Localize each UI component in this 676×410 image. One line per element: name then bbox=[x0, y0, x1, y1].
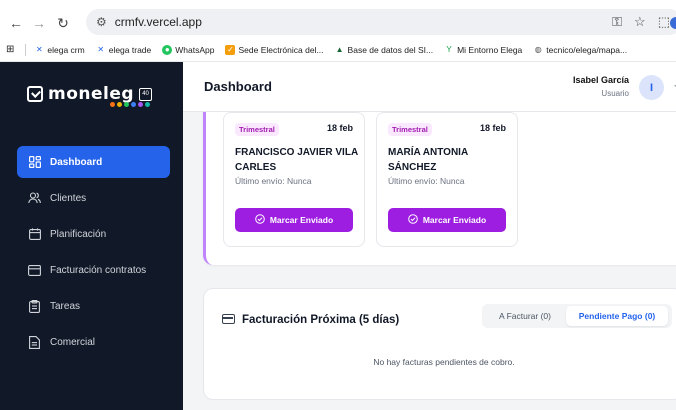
upcoming-billing-panel: Facturación Próxima (5 días) A Facturar … bbox=[203, 288, 676, 400]
sidebar-item-label: Planificación bbox=[50, 228, 107, 240]
main-content: Trimestral 18 feb FRANCISCO JAVIER VILA … bbox=[183, 112, 676, 410]
reminder-card: Trimestral 18 feb MARÍA ANTONIA SÁNCHEZ … bbox=[376, 112, 518, 247]
reminders-panel: Trimestral 18 feb FRANCISCO JAVIER VILA … bbox=[203, 112, 676, 265]
reminder-date: 18 feb bbox=[479, 123, 506, 133]
frequency-badge: Trimestral bbox=[388, 123, 432, 136]
extensions-icon[interactable]: ⬚ bbox=[658, 14, 670, 30]
bookmark-tecnico[interactable]: ◍ tecnico/elega/mapa... bbox=[533, 45, 627, 55]
sidebar-item-label: Comercial bbox=[50, 336, 96, 348]
check-circle-icon bbox=[408, 214, 418, 226]
bookmarks-separator bbox=[25, 43, 27, 56]
bookmark-whatsapp[interactable]: ● WhatsApp bbox=[162, 44, 215, 55]
bookmark-elega-crm[interactable]: ✕ elega crm bbox=[34, 44, 85, 55]
site-settings-icon[interactable]: ⚙ bbox=[96, 15, 107, 29]
sidebar-nav: Dashboard Clientes Planificación Factura… bbox=[17, 146, 170, 362]
sidebar: moneleg 40 Dashboard Clientes Planificac… bbox=[0, 62, 183, 410]
arrow-logo-icon: ✕ bbox=[97, 44, 105, 54]
logo-dots bbox=[110, 102, 150, 107]
logo-dot bbox=[117, 102, 122, 107]
mark-sent-button[interactable]: Marcar Enviado bbox=[388, 208, 506, 232]
billing-tabs: A Facturar (0) Pendiente Pago (0) bbox=[482, 304, 672, 328]
entorno-icon: Y bbox=[446, 44, 452, 54]
bookmark-entorno[interactable]: Y Mi Entorno Elega bbox=[444, 45, 522, 55]
bookmark-label: elega crm bbox=[47, 44, 85, 55]
card-icon bbox=[222, 314, 235, 324]
logo-dot bbox=[124, 102, 129, 107]
user-name: Isabel García bbox=[572, 75, 629, 85]
address-bar[interactable]: ⚙ crmfv.vercel.app ⚿ ☆ ⬚ bbox=[86, 9, 676, 35]
dashboard-icon bbox=[28, 156, 41, 169]
billing-title: Facturación Próxima (5 días) bbox=[242, 314, 400, 326]
bookmark-label: Sede Electrónica del... bbox=[238, 44, 324, 55]
apps-grid-icon[interactable]: ⊞ bbox=[6, 44, 14, 55]
app-header: Dashboard Isabel García Usuario I ⌄ bbox=[183, 62, 676, 112]
logo-badge: 40 bbox=[139, 87, 153, 101]
arrow-logo-icon: ✕ bbox=[36, 44, 43, 54]
user-role: Usuario bbox=[601, 89, 629, 98]
bookmark-base-datos[interactable]: ▲ Base de datos del SI... bbox=[335, 45, 434, 55]
sidebar-item-label: Facturación contratos bbox=[50, 264, 147, 276]
avatar[interactable]: I bbox=[639, 75, 664, 100]
sidebar-item-facturacion[interactable]: Facturación contratos bbox=[17, 254, 170, 286]
sidebar-item-label: Dashboard bbox=[50, 156, 103, 168]
address-bar-actions: ⚿ ☆ ⬚ bbox=[612, 9, 670, 35]
sidebar-item-label: Clientes bbox=[50, 192, 87, 204]
reload-icon[interactable]: ↻ bbox=[53, 13, 73, 33]
globe-icon: ◍ bbox=[534, 44, 542, 54]
clipboard-icon bbox=[28, 299, 41, 313]
logo-dot bbox=[138, 102, 143, 107]
sidebar-item-clientes[interactable]: Clientes bbox=[17, 182, 170, 214]
url-text: crmfv.vercel.app bbox=[114, 15, 202, 29]
card-icon bbox=[28, 264, 41, 277]
tab-pendiente-pago[interactable]: Pendiente Pago (0) bbox=[566, 306, 668, 326]
mark-sent-label: Marcar Enviado bbox=[269, 215, 334, 225]
logo-dot bbox=[145, 102, 150, 107]
client-name: MARÍA ANTONIA SÁNCHEZ bbox=[388, 147, 468, 173]
bookmark-elega-trade[interactable]: ✕ elega trade bbox=[96, 44, 152, 55]
bookmark-sede[interactable]: ✓ Sede Electrónica del... bbox=[225, 44, 324, 55]
bookmark-label: WhatsApp bbox=[175, 44, 215, 55]
last-sent-text: Último envío: Nunca bbox=[388, 176, 465, 186]
key-icon[interactable]: ⚿ bbox=[612, 14, 622, 30]
bookmark-label: Mi Entorno Elega bbox=[457, 44, 523, 55]
sidebar-item-comercial[interactable]: Comercial bbox=[17, 326, 170, 358]
bookmark-label: elega trade bbox=[108, 44, 152, 55]
browser-toolbar: ← → ↻ ⚙ crmfv.vercel.app ⚿ ☆ ⬚ bbox=[0, 0, 676, 38]
sidebar-item-planificacion[interactable]: Planificación bbox=[17, 218, 170, 250]
sidebar-item-label: Tareas bbox=[50, 300, 81, 312]
logo-dot bbox=[131, 102, 136, 107]
reminder-card: Trimestral 18 feb FRANCISCO JAVIER VILA … bbox=[223, 112, 365, 247]
mark-sent-button[interactable]: Marcar Enviado bbox=[235, 208, 353, 232]
bookmark-label: Base de datos del SI... bbox=[347, 44, 434, 55]
sidebar-item-dashboard[interactable]: Dashboard bbox=[17, 146, 170, 178]
mark-sent-label: Marcar Enviado bbox=[422, 215, 487, 225]
back-arrow-icon[interactable]: ← bbox=[6, 13, 26, 33]
client-name: FRANCISCO JAVIER VILA CARLES bbox=[235, 147, 358, 173]
whatsapp-icon: ● bbox=[162, 44, 173, 55]
calendar-icon bbox=[28, 228, 41, 241]
logo[interactable]: moneleg 40 bbox=[27, 84, 153, 104]
users-icon bbox=[28, 192, 41, 205]
profile-icon[interactable] bbox=[670, 17, 676, 29]
logo-dot bbox=[110, 102, 115, 107]
empty-state-message: No hay facturas pendientes de cobro. bbox=[373, 357, 515, 367]
page-title: Dashboard bbox=[204, 79, 272, 94]
document-icon bbox=[28, 335, 41, 349]
chevron-down-icon[interactable]: ⌄ bbox=[672, 79, 676, 90]
last-sent-text: Último envío: Nunca bbox=[235, 176, 312, 186]
logo-check-icon bbox=[27, 86, 43, 102]
frequency-badge: Trimestral bbox=[235, 123, 279, 136]
bookmark-label: tecnico/elega/mapa... bbox=[546, 44, 628, 55]
sede-icon: ✓ bbox=[225, 44, 236, 55]
reminder-date: 18 feb bbox=[326, 123, 353, 133]
logo-text: moneleg bbox=[48, 84, 135, 104]
star-icon[interactable]: ☆ bbox=[634, 14, 646, 30]
sidebar-item-tareas[interactable]: Tareas bbox=[17, 290, 170, 322]
check-circle-icon bbox=[255, 214, 265, 226]
bookmarks-bar: ⊞ ✕ elega crm ✕ elega trade ● WhatsApp ✓ Sed… bbox=[0, 38, 676, 62]
base-datos-icon: ▲ bbox=[335, 44, 344, 54]
tab-a-facturar[interactable]: A Facturar (0) bbox=[484, 306, 566, 326]
forward-arrow-icon[interactable]: → bbox=[29, 13, 49, 33]
